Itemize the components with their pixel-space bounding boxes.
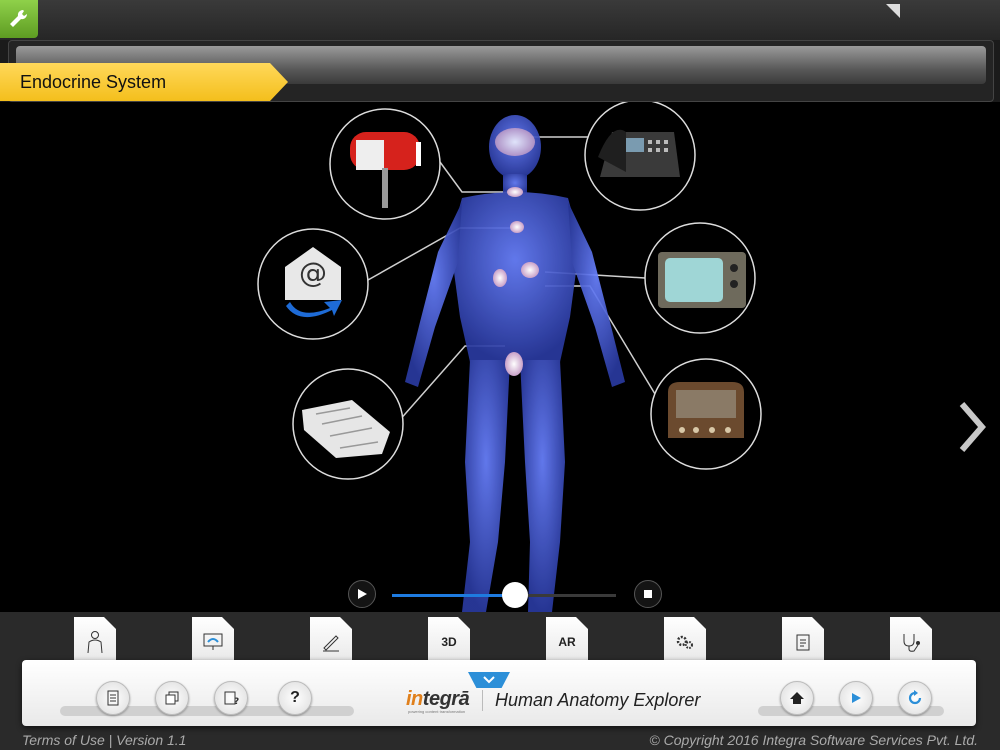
stop-audio-button[interactable] [634, 580, 662, 608]
terms-link[interactable]: Terms of Use [22, 732, 105, 748]
svg-text:?: ? [234, 697, 239, 706]
monitor-icon [203, 633, 223, 650]
body-icon [87, 631, 103, 654]
newspaper-icon [292, 368, 404, 480]
tools-button[interactable] [0, 0, 38, 38]
app-name: Human Anatomy Explorer [482, 690, 700, 711]
play-icon [358, 589, 367, 599]
svg-text:@: @ [299, 256, 327, 289]
edit-icon [323, 635, 339, 652]
quiz-icon: ? [224, 691, 239, 706]
logo-text: tegrā [422, 688, 470, 710]
next-page-arrow[interactable] [958, 402, 986, 452]
logo-prefix: in [406, 688, 423, 710]
play-button[interactable] [839, 681, 873, 715]
radio-icon [650, 358, 762, 470]
television-icon [644, 222, 756, 334]
copy-icon [165, 691, 179, 705]
email-icon: @ [257, 228, 369, 340]
play-audio-button[interactable] [348, 580, 376, 608]
stop-icon [644, 590, 652, 598]
mailbox-icon [329, 108, 441, 220]
home-button[interactable] [780, 681, 814, 715]
page-title: Endocrine System [20, 72, 167, 92]
settings-icon [676, 635, 693, 649]
endocrine-illustration: @ [257, 99, 762, 612]
anatomy-stage: @ [0, 99, 1000, 612]
play-icon [852, 693, 861, 703]
audio-progress-handle[interactable] [502, 582, 529, 608]
document-button[interactable] [96, 681, 130, 715]
help-icon: ? [290, 689, 300, 706]
copyright-text: © Copyright 2016 Integra Software Servic… [649, 732, 978, 748]
refresh-button[interactable] [898, 681, 932, 715]
audio-progress-fill [392, 594, 516, 597]
stethoscope-icon [903, 634, 920, 652]
footer-left: Terms of Use | Version 1.1 [22, 732, 186, 748]
copy-button[interactable] [155, 681, 189, 715]
notes-icon [796, 634, 810, 651]
top-bar [0, 0, 1000, 40]
integra-logo: integrā powering content transformation [406, 688, 472, 716]
audio-progress-track[interactable] [392, 582, 616, 608]
refresh-icon [908, 690, 922, 705]
document-icon [107, 690, 119, 706]
logo-tagline: powering content transformation [408, 709, 466, 714]
ar-label: AR [558, 635, 576, 649]
version-label: Version 1.1 [116, 732, 187, 748]
chevron-down-icon [483, 676, 495, 684]
help-button[interactable]: ? [278, 681, 312, 715]
quiz-button[interactable]: ? [214, 681, 248, 715]
corner-fold-icon [886, 4, 900, 18]
telephone-icon [584, 99, 696, 211]
3d-label: 3D [441, 635, 457, 649]
home-icon [790, 692, 804, 704]
wrench-icon [10, 9, 28, 27]
